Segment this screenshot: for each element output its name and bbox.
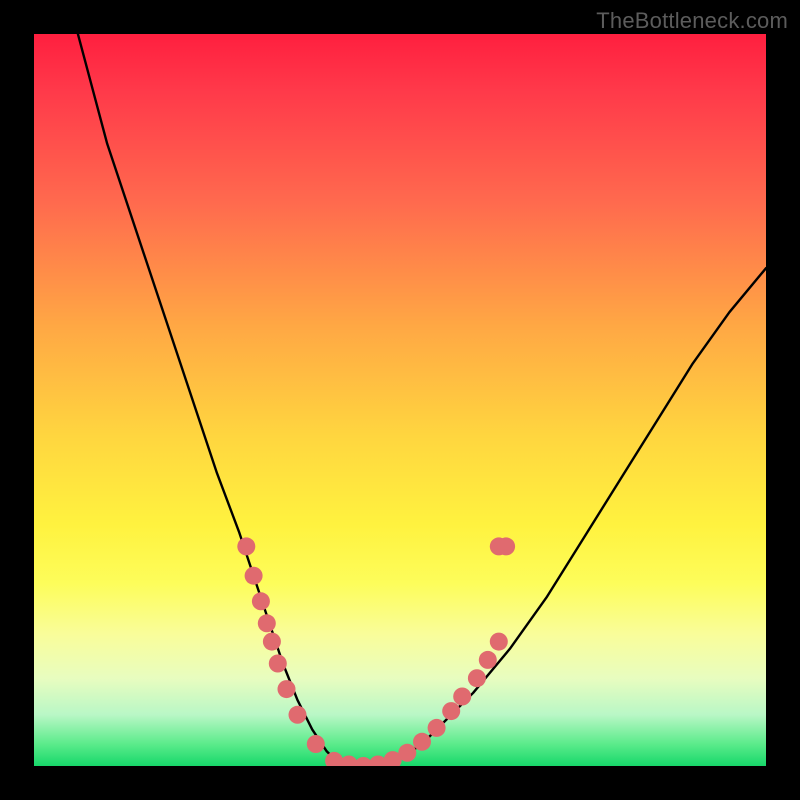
data-point xyxy=(252,592,270,610)
data-point xyxy=(245,567,263,585)
data-point xyxy=(468,669,486,687)
data-point xyxy=(428,719,446,737)
data-point xyxy=(479,651,497,669)
data-point xyxy=(497,537,515,555)
data-point xyxy=(258,614,276,632)
data-point xyxy=(413,733,431,751)
plot-area xyxy=(34,34,766,766)
data-point xyxy=(263,633,281,651)
data-point xyxy=(289,706,307,724)
data-point xyxy=(453,688,471,706)
data-point xyxy=(269,655,287,673)
data-point xyxy=(307,735,325,753)
chart-frame: TheBottleneck.com xyxy=(0,0,800,800)
watermark-text: TheBottleneck.com xyxy=(596,8,788,34)
data-point xyxy=(442,702,460,720)
data-point xyxy=(237,537,255,555)
bottleneck-curve xyxy=(78,34,766,766)
data-point xyxy=(398,744,416,762)
chart-svg xyxy=(34,34,766,766)
data-point xyxy=(490,633,508,651)
data-point xyxy=(278,680,296,698)
